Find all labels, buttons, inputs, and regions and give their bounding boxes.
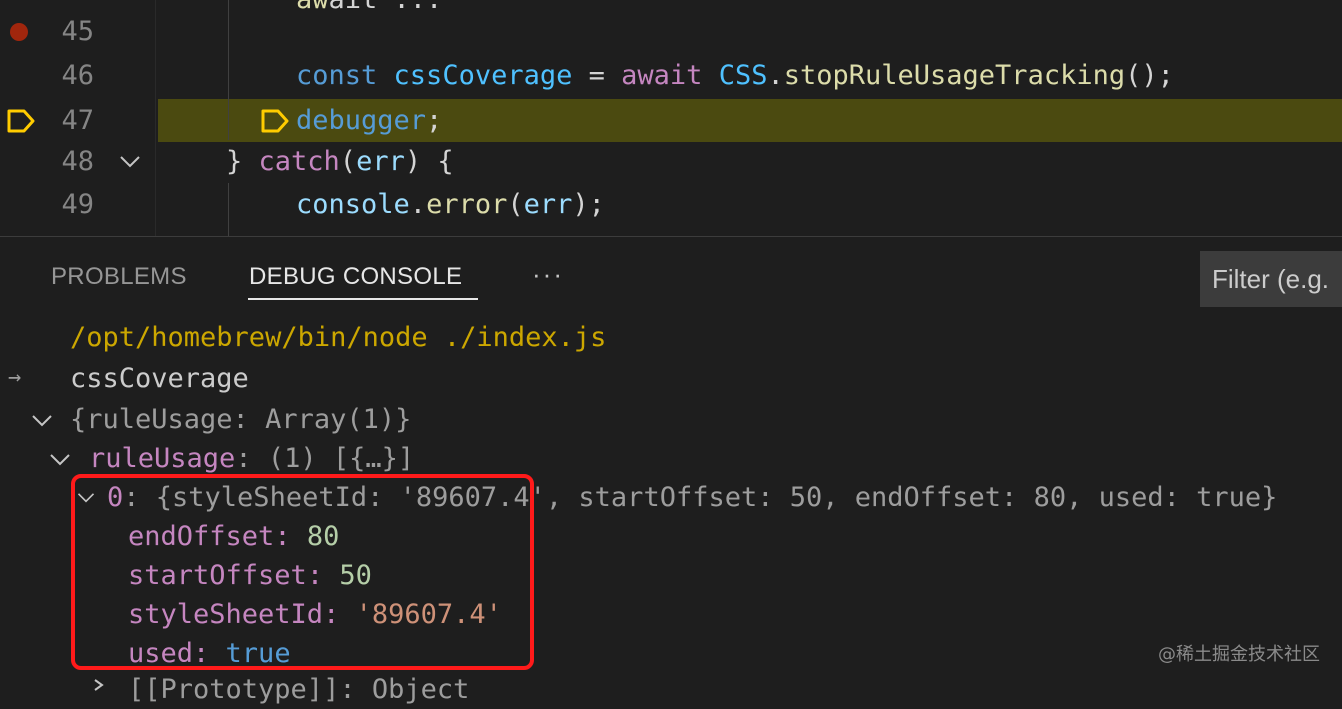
code-token: err xyxy=(523,189,573,220)
code-text: console.error(err); xyxy=(296,183,605,226)
code-token: error xyxy=(426,189,508,220)
inline-stop-arrow-icon xyxy=(261,109,289,133)
prototype-row[interactable]: [[Prototype]]: Object xyxy=(128,670,469,709)
code-token: ) { xyxy=(404,146,454,177)
rule-usage-row[interactable]: ruleUsage: (1) [{…}] xyxy=(89,439,414,478)
code-token: err xyxy=(356,146,405,177)
active-tab-underline xyxy=(248,298,478,300)
code-line-49: 49 console.error(err); xyxy=(0,183,1342,226)
code-line-48: 48 } catch(err) { xyxy=(0,140,1342,183)
code-editor[interactable]: await ... 45 46 const cssCoverage = awai… xyxy=(0,0,1342,236)
line-number: 47 xyxy=(61,105,94,136)
code-token: . xyxy=(409,189,427,220)
array-summary: (1) [{…}] xyxy=(267,443,415,474)
code-token: ( xyxy=(339,146,357,177)
evaluated-expression: cssCoverage xyxy=(70,363,249,394)
line-number: 49 xyxy=(61,189,94,220)
tab-debug-console[interactable]: DEBUG CONSOLE xyxy=(249,263,462,291)
line-number: 46 xyxy=(61,60,94,91)
code-token: = xyxy=(572,60,622,91)
more-actions-icon[interactable]: ··· xyxy=(532,259,564,290)
code-token: . xyxy=(767,60,784,91)
expand-chevron-right-icon[interactable] xyxy=(92,678,106,692)
launch-command: /opt/homebrew/bin/node ./index.js xyxy=(70,322,607,353)
code-token: ; xyxy=(426,105,443,136)
code-text: } catch(err) { xyxy=(226,140,454,183)
breakpoint-icon[interactable] xyxy=(10,23,28,41)
code-token: CSS xyxy=(718,60,768,91)
code-token: ( xyxy=(507,189,524,220)
tab-problems[interactable]: PROBLEMS xyxy=(51,263,187,291)
line-number: 45 xyxy=(61,16,94,47)
debug-stop-arrow-icon xyxy=(7,109,35,133)
code-token: await xyxy=(621,60,719,91)
input-arrow-icon: → xyxy=(8,365,22,390)
expand-chevron-down-icon[interactable] xyxy=(48,452,72,468)
code-token: (); xyxy=(1125,60,1174,91)
code-token: stopRuleUsageTracking xyxy=(783,60,1126,91)
property-key: ruleUsage xyxy=(89,443,236,474)
line-number: 48 xyxy=(61,146,94,177)
code-token: const xyxy=(296,60,394,91)
code-text: const cssCoverage = await CSS.stopRuleUs… xyxy=(296,54,1174,97)
code-token: console xyxy=(296,189,410,220)
code-token: debugger xyxy=(296,105,427,136)
indent-guide xyxy=(228,0,229,140)
indent-guide xyxy=(228,183,229,236)
code-token: cssCoverage xyxy=(393,60,573,91)
filter-input[interactable]: Filter (e.g. xyxy=(1200,251,1342,307)
code-text: debugger; xyxy=(296,99,442,142)
code-token: catch xyxy=(258,146,340,177)
panel-tab-bar: PROBLEMS DEBUG CONSOLE ··· Filter (e.g. xyxy=(0,237,1342,307)
code-line-46: 46 const cssCoverage = await CSS.stopRul… xyxy=(0,54,1342,97)
code-token: } xyxy=(226,146,259,177)
expand-chevron-down-icon[interactable] xyxy=(30,413,54,429)
highlight-annotation-box xyxy=(71,474,534,670)
code-token: ); xyxy=(572,189,605,220)
code-line-47: 47 debugger; xyxy=(0,99,1342,142)
root-object-summary[interactable]: {ruleUsage: Array(1)} xyxy=(70,400,411,439)
fold-chevron-down-icon[interactable] xyxy=(118,155,142,169)
separator: : xyxy=(235,443,268,474)
watermark-text: @稀土掘金技术社区 xyxy=(1158,644,1320,665)
code-line-45: 45 xyxy=(0,10,1342,53)
